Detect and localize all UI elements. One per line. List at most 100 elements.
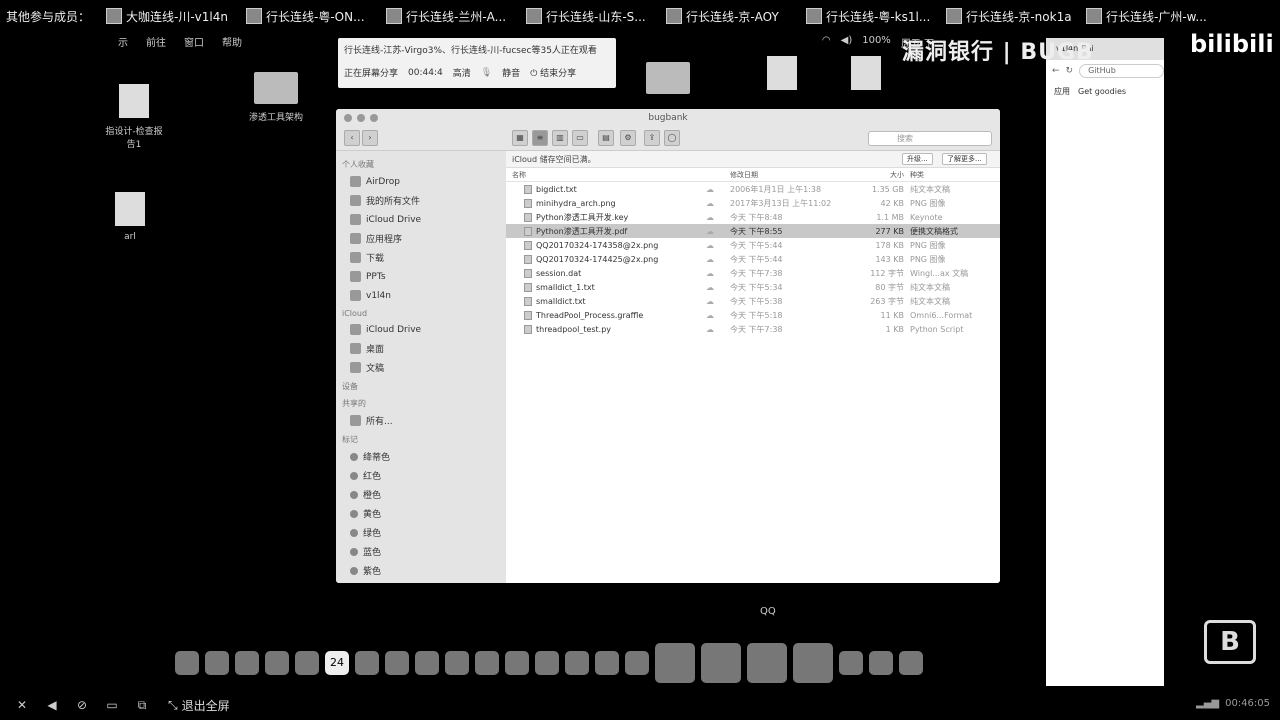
bookmark-apps[interactable]: 应用 bbox=[1054, 86, 1070, 97]
desktop-folder[interactable]: 渗透工具架构 bbox=[246, 72, 306, 123]
pen-dock-icon[interactable] bbox=[595, 651, 619, 675]
desktop-folder[interactable] bbox=[638, 62, 698, 100]
menu-item-go[interactable]: 前往 bbox=[146, 34, 166, 49]
sidebar-item-all-files[interactable]: 我的所有文件 bbox=[336, 191, 506, 210]
search-input[interactable]: 搜索 bbox=[868, 131, 992, 146]
table-row[interactable]: QQ20170324-174425@2x.png ☁ 今天 下午5:44 143 KB… bbox=[506, 252, 1000, 266]
sidebar-tag[interactable]: 蓝色 bbox=[336, 542, 506, 561]
sidebar-tag[interactable]: 绿色 bbox=[336, 523, 506, 542]
sidebar-tag[interactable]: 黄色 bbox=[336, 504, 506, 523]
sidebar-item-icloud-drive[interactable]: iCloud Drive bbox=[336, 210, 506, 229]
participant-item[interactable]: 行长连线-京-AOY bbox=[666, 8, 798, 25]
participant-item[interactable]: 行长连线-广州-w... bbox=[1086, 8, 1218, 25]
share-dock-icon[interactable] bbox=[793, 643, 833, 683]
finder-dock-icon[interactable] bbox=[175, 651, 199, 675]
wordpress-dock-icon[interactable] bbox=[747, 643, 787, 683]
minimize-icon[interactable] bbox=[357, 114, 365, 122]
menu-item-window[interactable]: 窗口 bbox=[184, 34, 204, 49]
screen-icon[interactable]: ▭ bbox=[104, 698, 120, 712]
desktop-file[interactable]: arl bbox=[100, 192, 160, 242]
mic-off-icon[interactable]: ✕ bbox=[14, 698, 30, 712]
sidebar-item-desktop[interactable]: 桌面 bbox=[336, 339, 506, 358]
sidebar-tag[interactable]: 红色 bbox=[336, 466, 506, 485]
xmind-dock-icon[interactable] bbox=[415, 651, 439, 675]
desktop-file[interactable]: 指设计-检查报告1 bbox=[104, 84, 164, 150]
gear-icon[interactable]: ⚙ bbox=[620, 130, 636, 146]
column-date[interactable]: 修改日期 bbox=[730, 170, 860, 180]
preferences-dock-icon[interactable] bbox=[565, 651, 589, 675]
sidebar-item-icloud-drive[interactable]: iCloud Drive bbox=[336, 320, 506, 339]
table-row[interactable]: threadpool_test.py ☁ 今天 下午7:38 1 KB Python S… bbox=[506, 322, 1000, 336]
upgrade-button[interactable]: 升级... bbox=[902, 153, 933, 165]
speaker-icon[interactable]: ◀ bbox=[44, 698, 60, 712]
table-row[interactable]: Python渗透工具开发.pdf ☁ 今天 下午8:55 277 KB 便携文稿格式 bbox=[506, 224, 1000, 238]
participant-item[interactable]: 行长连线-兰州-A... bbox=[386, 8, 518, 25]
messages-dock-icon[interactable] bbox=[445, 651, 469, 675]
participant-item[interactable]: 行长连线-京-nok1a bbox=[946, 8, 1078, 25]
notes-dock-icon[interactable] bbox=[355, 651, 379, 675]
sidebar-tag[interactable]: 橙色 bbox=[336, 485, 506, 504]
sidebar-tag[interactable]: 紫色 bbox=[336, 561, 506, 580]
sidebar-item-applications[interactable]: 应用程序 bbox=[336, 229, 506, 248]
rocket-dock-icon[interactable] bbox=[235, 651, 259, 675]
reminders-dock-icon[interactable] bbox=[385, 651, 409, 675]
list-view-icon[interactable]: ≡ bbox=[532, 130, 548, 146]
table-row[interactable]: ThreadPool_Process.graffle ☁ 今天 下午5:18 11 K… bbox=[506, 308, 1000, 322]
column-kind[interactable]: 种类 bbox=[910, 170, 990, 180]
terminal-dock-icon[interactable] bbox=[625, 651, 649, 675]
share-icon[interactable]: ⇪ bbox=[644, 130, 660, 146]
menu-item-view[interactable]: 示 bbox=[118, 34, 128, 49]
sidebar-item-ppts[interactable]: PPTs bbox=[336, 267, 506, 286]
bookmark-get-goodies[interactable]: Get goodies bbox=[1078, 87, 1126, 96]
finder-titlebar[interactable]: bugbank bbox=[336, 109, 1000, 127]
copy-icon[interactable]: ⧉ bbox=[134, 698, 150, 713]
sidebar-item-airdrop[interactable]: AirDrop bbox=[336, 172, 506, 191]
quality-button[interactable]: 高清 bbox=[453, 66, 471, 79]
sidebar-item-documents[interactable]: 文稿 bbox=[336, 358, 506, 377]
menu-item-help[interactable]: 帮助 bbox=[222, 34, 242, 49]
forward-icon[interactable]: › bbox=[362, 130, 378, 146]
sidebar-item-downloads[interactable]: 下载 bbox=[336, 248, 506, 267]
table-row[interactable]: smalldict.txt ☁ 今天 下午5:38 263 字节 纯文本文稿 bbox=[506, 294, 1000, 308]
volume-icon[interactable]: ◀) bbox=[841, 35, 853, 50]
mute-button[interactable]: 静音 bbox=[502, 66, 520, 79]
cards-dock-icon[interactable] bbox=[839, 651, 863, 675]
back-icon[interactable]: ‹ bbox=[344, 130, 360, 146]
table-row[interactable]: smalldict_1.txt ☁ 今天 下午5:34 80 字节 纯文本文稿 bbox=[506, 280, 1000, 294]
chrome-dock-icon[interactable] bbox=[265, 651, 289, 675]
launchpad-dock-icon[interactable] bbox=[205, 651, 229, 675]
url-bar[interactable]: GitHub bbox=[1079, 64, 1164, 78]
reload-icon[interactable]: ↻ bbox=[1066, 66, 1074, 76]
table-row[interactable]: bigdict.txt ☁ 2006年1月1日 上午1:38 1.35 GB 纯文本文稿 bbox=[506, 182, 1000, 196]
keynote-dock-icon[interactable] bbox=[505, 651, 529, 675]
table-row[interactable]: QQ20170324-174358@2x.png ☁ 今天 下午5:44 178 KB… bbox=[506, 238, 1000, 252]
vmware-dock-icon[interactable] bbox=[655, 643, 695, 683]
calendar-dock-icon[interactable]: 24 bbox=[325, 651, 349, 675]
zoom-icon[interactable] bbox=[370, 114, 378, 122]
participant-item[interactable]: 大咖连线-川-v1l4n bbox=[106, 8, 238, 25]
table-row[interactable]: minihydra_arch.png ☁ 2017年3月13日 上午11:02 42 … bbox=[506, 196, 1000, 210]
icon-view-icon[interactable]: ▦ bbox=[512, 130, 528, 146]
camera-off-icon[interactable]: ⊘ bbox=[74, 698, 90, 712]
gallery-view-icon[interactable]: ▭ bbox=[572, 130, 588, 146]
safari-dock-icon[interactable] bbox=[295, 651, 319, 675]
table-row[interactable]: session.dat ☁ 今天 下午7:38 112 字节 Wingl...ax 文稿 bbox=[506, 266, 1000, 280]
mic-icon[interactable]: 🎙 bbox=[481, 68, 492, 78]
wechat-dock-icon[interactable] bbox=[475, 651, 499, 675]
desktop-file[interactable] bbox=[752, 56, 812, 96]
close-icon[interactable] bbox=[344, 114, 352, 122]
sidebar-item-shared-all[interactable]: 所有... bbox=[336, 411, 506, 430]
desktop-file[interactable] bbox=[836, 56, 896, 96]
trash-dock-icon[interactable] bbox=[899, 651, 923, 675]
sidebar-tag[interactable]: 绛蒂色 bbox=[336, 447, 506, 466]
qq-dock-icon[interactable] bbox=[701, 643, 741, 683]
column-name[interactable]: 名称 bbox=[506, 170, 706, 180]
end-share-button[interactable]: ⏻ 结束分享 bbox=[530, 66, 576, 79]
back-icon[interactable]: ← bbox=[1052, 66, 1060, 76]
appstore-dock-icon[interactable] bbox=[535, 651, 559, 675]
column-view-icon[interactable]: ▥ bbox=[552, 130, 568, 146]
tag-icon[interactable]: ◯ bbox=[664, 130, 680, 146]
wifi-icon[interactable]: ◠ bbox=[822, 35, 831, 50]
sidebar-item-home[interactable]: v1l4n bbox=[336, 286, 506, 305]
document-dock-icon[interactable] bbox=[869, 651, 893, 675]
